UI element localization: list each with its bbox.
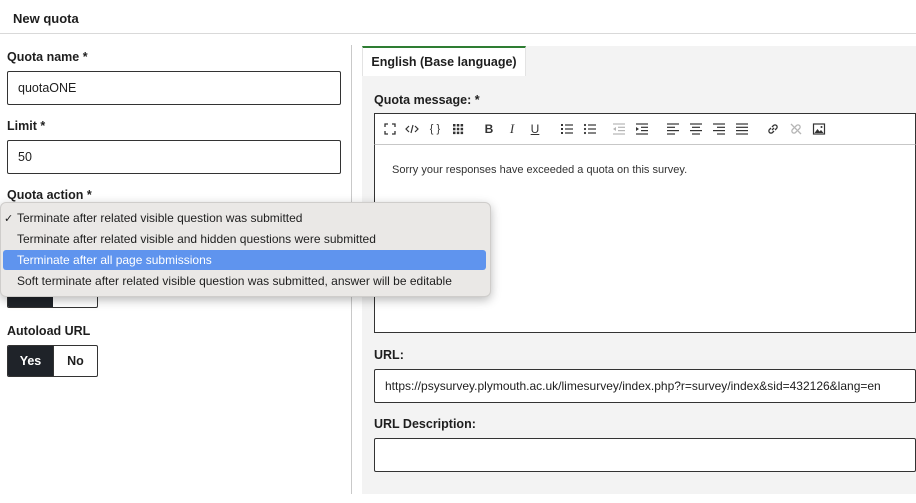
numbered-list-icon[interactable] xyxy=(559,121,575,137)
quota-message-text: Sorry your responses have exceeded a quo… xyxy=(392,164,688,176)
link-icon[interactable] xyxy=(765,121,781,137)
checkmark-icon: ✓ xyxy=(4,212,14,225)
bulleted-list-icon[interactable] xyxy=(582,121,598,137)
source-code-icon[interactable] xyxy=(404,121,420,137)
quota-action-option-label: Terminate after related visible question… xyxy=(17,211,303,225)
curly-braces-icon[interactable]: { } xyxy=(427,121,443,137)
quota-message-label: Quota message: * xyxy=(374,93,480,107)
indent-icon[interactable] xyxy=(634,121,650,137)
page-header: New quota xyxy=(0,0,916,34)
tab-english-base-language[interactable]: English (Base language) xyxy=(362,46,526,76)
outdent-icon[interactable] xyxy=(611,121,627,137)
quota-name-input[interactable]: quotaONE xyxy=(7,71,341,105)
unlink-icon[interactable] xyxy=(788,121,804,137)
fullscreen-icon[interactable] xyxy=(382,121,398,137)
quota-action-option[interactable]: Terminate after related visible and hidd… xyxy=(3,229,486,249)
align-left-icon[interactable] xyxy=(665,121,681,137)
grid-icon[interactable] xyxy=(450,121,466,137)
align-center-icon[interactable] xyxy=(688,121,704,137)
bold-icon[interactable]: B xyxy=(481,121,497,137)
autoload-url-label: Autoload URL xyxy=(7,324,91,338)
page-title: New quota xyxy=(13,11,79,26)
quota-action-option[interactable]: Soft terminate after related visible que… xyxy=(3,271,486,291)
editor-toolbar: { } B I U xyxy=(374,113,916,145)
limit-input[interactable]: 50 xyxy=(7,140,341,174)
url-description-input[interactable] xyxy=(374,438,916,472)
tab-strip xyxy=(526,46,916,76)
align-right-icon[interactable] xyxy=(711,121,727,137)
quota-action-option-highlighted[interactable]: Terminate after all page submissions xyxy=(3,250,486,270)
quota-action-label: Quota action * xyxy=(7,188,92,202)
quota-action-option-label: Terminate after related visible and hidd… xyxy=(17,232,376,246)
autoload-yes-button[interactable]: Yes xyxy=(8,346,53,376)
autoload-url-toggle[interactable]: Yes No xyxy=(7,345,98,377)
autoload-no-button[interactable]: No xyxy=(52,346,97,376)
quota-name-label: Quota name * xyxy=(7,50,88,64)
quota-action-dropdown[interactable]: ✓ Terminate after related visible questi… xyxy=(0,202,491,297)
quota-action-option-label: Soft terminate after related visible que… xyxy=(17,274,452,288)
quota-action-option[interactable]: ✓ Terminate after related visible questi… xyxy=(3,208,486,228)
url-input[interactable]: https://psysurvey.plymouth.ac.uk/limesur… xyxy=(374,369,916,403)
underline-icon[interactable]: U xyxy=(527,121,543,137)
quota-action-option-label: Terminate after all page submissions xyxy=(17,253,212,267)
italic-icon[interactable]: I xyxy=(504,121,520,137)
url-label: URL: xyxy=(374,348,404,362)
limit-label: Limit * xyxy=(7,119,46,133)
url-description-label: URL Description: xyxy=(374,417,476,431)
image-icon[interactable] xyxy=(811,121,827,137)
justify-icon[interactable] xyxy=(734,121,750,137)
quota-editor-page: New quota Quota name * quotaONE Limit * … xyxy=(0,0,916,503)
